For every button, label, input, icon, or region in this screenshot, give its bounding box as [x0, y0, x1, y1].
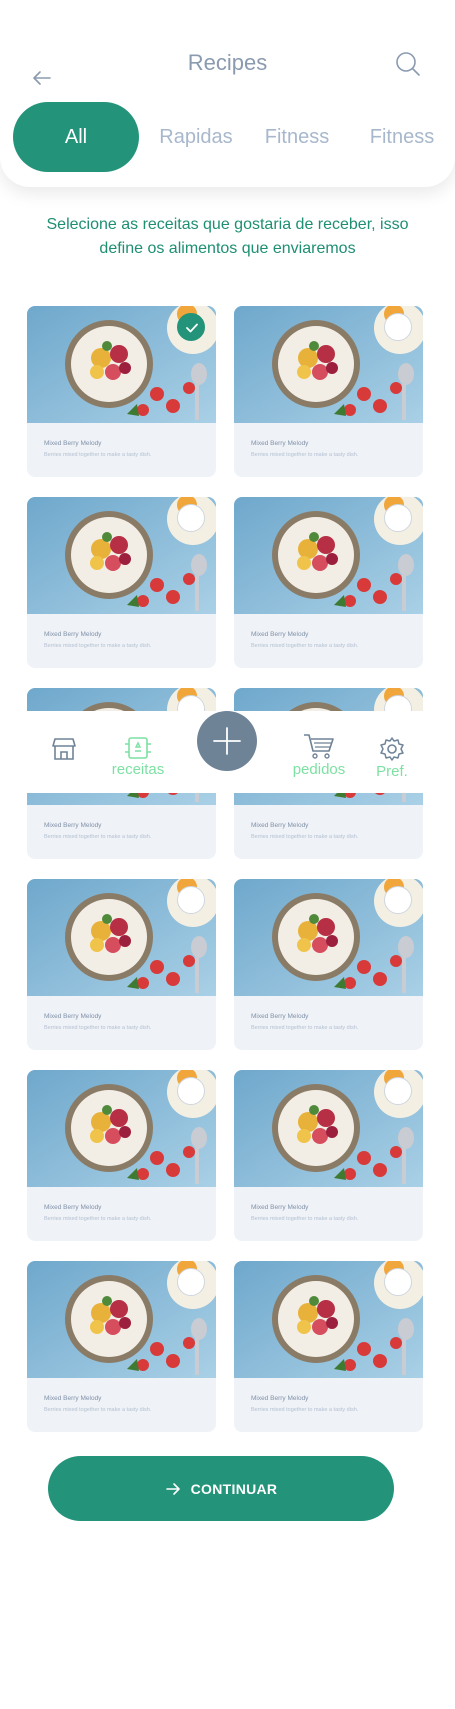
check-icon: [186, 323, 198, 333]
recipe-card[interactable]: Mixed Berry Melody Berries mixed together…: [27, 1070, 216, 1241]
recipe-title: Mixed Berry Melody: [251, 440, 309, 447]
plus-icon: [213, 727, 241, 755]
recipe-description: Berries mixed together to make a tasty d…: [251, 1216, 359, 1222]
recipe-title: Mixed Berry Melody: [251, 1395, 309, 1402]
add-button[interactable]: [197, 711, 257, 771]
recipe-title: Mixed Berry Melody: [44, 440, 102, 447]
search-icon: [396, 52, 420, 76]
recipe-title: Mixed Berry Melody: [251, 822, 309, 829]
tab-all[interactable]: All: [13, 102, 139, 172]
cart-icon: [304, 734, 334, 759]
header: Recipes All Rapidas Fitness Fitness: [0, 0, 455, 187]
recipe-title: Mixed Berry Melody: [44, 1013, 102, 1020]
select-checkbox[interactable]: [177, 1077, 205, 1105]
recipe-title: Mixed Berry Melody: [44, 631, 102, 638]
tab-rapidas[interactable]: Rapidas: [150, 102, 242, 172]
recipe-card[interactable]: Mixed Berry Melody Berries mixed together…: [27, 306, 216, 477]
recipe-description: Berries mixed together to make a tasty d…: [44, 1407, 152, 1413]
recipe-title: Mixed Berry Melody: [44, 1395, 102, 1402]
page-title: Recipes: [187, 50, 268, 75]
select-checkbox[interactable]: [177, 886, 205, 914]
recipe-title: Mixed Berry Melody: [44, 1204, 102, 1211]
nav-recipes-label: receitas: [111, 761, 165, 778]
recipe-description: Berries mixed together to make a tasty d…: [251, 834, 359, 840]
nav-store[interactable]: [50, 735, 78, 768]
recipe-card[interactable]: Mixed Berry Melody Berries mixed together…: [234, 497, 423, 668]
recipe-book-icon: [125, 737, 151, 759]
select-checkbox[interactable]: [177, 1268, 205, 1296]
recipe-description: Berries mixed together to make a tasty d…: [251, 452, 359, 458]
continue-button[interactable]: CONTINUAR: [48, 1456, 394, 1521]
recipe-title: Mixed Berry Melody: [251, 1013, 309, 1020]
recipe-card[interactable]: Mixed Berry Melody Berries mixed together…: [27, 879, 216, 1050]
recipe-description: Berries mixed together to make a tasty d…: [44, 1025, 152, 1031]
nav-preferences[interactable]: Pref.: [372, 735, 412, 780]
nav-orders-label: pedidos: [292, 761, 346, 778]
select-checkbox[interactable]: [384, 1077, 412, 1105]
select-checkbox[interactable]: [384, 313, 412, 341]
tab-fitness-2[interactable]: Fitness: [357, 102, 447, 172]
instructions-text: Selecione as receitas que gostaria de re…: [46, 216, 409, 257]
recipe-title: Mixed Berry Melody: [251, 631, 309, 638]
nav-recipes[interactable]: receitas: [110, 735, 166, 778]
bottom-navigation: receitas pedidos Pref.: [0, 711, 455, 793]
nav-orders[interactable]: pedidos: [288, 731, 350, 778]
recipe-card[interactable]: Mixed Berry Melody Berries mixed together…: [27, 1261, 216, 1432]
recipe-card[interactable]: Mixed Berry Melody Berries mixed together…: [234, 1261, 423, 1432]
recipe-card[interactable]: Mixed Berry Melody Berries mixed together…: [27, 497, 216, 668]
recipe-title: Mixed Berry Melody: [44, 822, 102, 829]
recipe-description: Berries mixed together to make a tasty d…: [44, 452, 152, 458]
tab-fitness[interactable]: Fitness: [252, 102, 342, 172]
arrow-right-icon: [165, 1482, 180, 1495]
continue-label: CONTINUAR: [190, 1480, 278, 1497]
recipe-description: Berries mixed together to make a tasty d…: [251, 1025, 359, 1031]
store-icon: [52, 738, 76, 760]
search-button[interactable]: [393, 49, 423, 79]
recipe-description: Berries mixed together to make a tasty d…: [251, 643, 359, 649]
select-checkbox[interactable]: [384, 886, 412, 914]
select-checkbox[interactable]: [384, 504, 412, 532]
select-checkbox[interactable]: [177, 313, 205, 341]
select-checkbox[interactable]: [384, 1268, 412, 1296]
recipe-card[interactable]: Mixed Berry Melody Berries mixed together…: [234, 306, 423, 477]
nav-preferences-label: Pref.: [376, 763, 408, 780]
recipe-description: Berries mixed together to make a tasty d…: [44, 834, 152, 840]
category-tabs: All Rapidas Fitness Fitness: [0, 102, 455, 172]
select-checkbox[interactable]: [177, 504, 205, 532]
gear-icon: [380, 737, 404, 761]
recipe-title: Mixed Berry Melody: [251, 1204, 309, 1211]
recipe-description: Berries mixed together to make a tasty d…: [251, 1407, 359, 1413]
recipe-description: Berries mixed together to make a tasty d…: [44, 643, 152, 649]
recipe-card[interactable]: Mixed Berry Melody Berries mixed together…: [234, 1070, 423, 1241]
recipe-description: Berries mixed together to make a tasty d…: [44, 1216, 152, 1222]
recipe-card[interactable]: Mixed Berry Melody Berries mixed together…: [234, 879, 423, 1050]
